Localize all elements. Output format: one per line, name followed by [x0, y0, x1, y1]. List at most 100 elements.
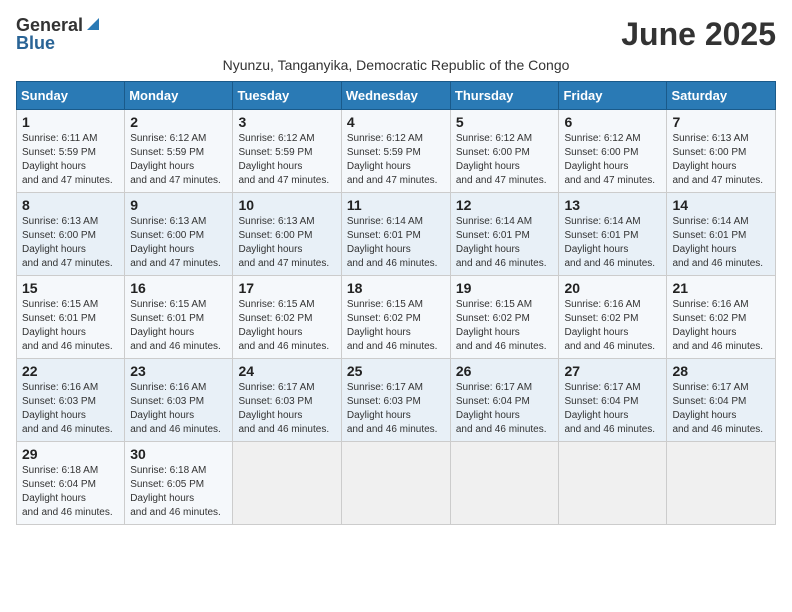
day-info: Sunrise: 6:15 AM Sunset: 6:01 PM Dayligh… [22, 298, 119, 354]
daylight-duration: and and 46 minutes. [22, 507, 113, 518]
day-number: 19 [456, 280, 554, 296]
day-number: 26 [456, 363, 554, 379]
daylight-duration: and and 46 minutes. [456, 258, 547, 269]
calendar-cell: 23 Sunrise: 6:16 AM Sunset: 6:03 PM Dayl… [125, 359, 233, 442]
day-info: Sunrise: 6:12 AM Sunset: 5:59 PM Dayligh… [130, 132, 227, 188]
daylight-label: Daylight hours [22, 410, 86, 421]
logo-triangle-icon [85, 16, 101, 32]
daylight-label: Daylight hours [456, 327, 520, 338]
calendar-cell: 21 Sunrise: 6:16 AM Sunset: 6:02 PM Dayl… [667, 276, 776, 359]
sunset-label: Sunset: 6:00 PM [130, 230, 204, 241]
calendar-header: Sunday Monday Tuesday Wednesday Thursday… [17, 82, 776, 110]
sunrise-label: Sunrise: 6:13 AM [672, 133, 748, 144]
day-info: Sunrise: 6:13 AM Sunset: 6:00 PM Dayligh… [130, 215, 227, 271]
sunrise-label: Sunrise: 6:13 AM [22, 216, 98, 227]
daylight-label: Daylight hours [672, 410, 736, 421]
calendar-cell: 28 Sunrise: 6:17 AM Sunset: 6:04 PM Dayl… [667, 359, 776, 442]
header-row: Sunday Monday Tuesday Wednesday Thursday… [17, 82, 776, 110]
daylight-label: Daylight hours [672, 161, 736, 172]
sunrise-label: Sunrise: 6:12 AM [130, 133, 206, 144]
daylight-duration: and and 46 minutes. [238, 341, 329, 352]
sunrise-label: Sunrise: 6:18 AM [22, 465, 98, 476]
daylight-duration: and and 47 minutes. [22, 258, 113, 269]
day-info: Sunrise: 6:16 AM Sunset: 6:03 PM Dayligh… [130, 381, 227, 437]
calendar-cell: 4 Sunrise: 6:12 AM Sunset: 5:59 PM Dayli… [341, 110, 450, 193]
calendar-cell: 9 Sunrise: 6:13 AM Sunset: 6:00 PM Dayli… [125, 193, 233, 276]
header: General Blue June 2025 [16, 16, 776, 53]
day-info: Sunrise: 6:18 AM Sunset: 6:04 PM Dayligh… [22, 464, 119, 520]
daylight-label: Daylight hours [347, 161, 411, 172]
sunset-label: Sunset: 6:01 PM [22, 313, 96, 324]
sunrise-label: Sunrise: 6:18 AM [130, 465, 206, 476]
day-info: Sunrise: 6:13 AM Sunset: 6:00 PM Dayligh… [238, 215, 335, 271]
calendar-cell: 12 Sunrise: 6:14 AM Sunset: 6:01 PM Dayl… [450, 193, 559, 276]
daylight-label: Daylight hours [238, 327, 302, 338]
sunrise-label: Sunrise: 6:17 AM [672, 382, 748, 393]
daylight-label: Daylight hours [564, 327, 628, 338]
daylight-duration: and and 46 minutes. [564, 424, 655, 435]
day-info: Sunrise: 6:15 AM Sunset: 6:02 PM Dayligh… [347, 298, 445, 354]
daylight-label: Daylight hours [672, 327, 736, 338]
daylight-duration: and and 46 minutes. [347, 341, 438, 352]
sunrise-label: Sunrise: 6:15 AM [456, 299, 532, 310]
day-number: 8 [22, 197, 119, 213]
page-container: General Blue June 2025 Nyunzu, Tanganyik… [16, 16, 776, 525]
sunset-label: Sunset: 6:04 PM [564, 396, 638, 407]
subtitle: Nyunzu, Tanganyika, Democratic Republic … [16, 57, 776, 73]
daylight-duration: and and 47 minutes. [564, 175, 655, 186]
sunrise-label: Sunrise: 6:15 AM [22, 299, 98, 310]
day-info: Sunrise: 6:13 AM Sunset: 6:00 PM Dayligh… [22, 215, 119, 271]
daylight-label: Daylight hours [22, 327, 86, 338]
calendar-cell: 17 Sunrise: 6:15 AM Sunset: 6:02 PM Dayl… [233, 276, 341, 359]
sunrise-label: Sunrise: 6:14 AM [564, 216, 640, 227]
day-number: 22 [22, 363, 119, 379]
daylight-label: Daylight hours [22, 244, 86, 255]
sunrise-label: Sunrise: 6:16 AM [672, 299, 748, 310]
week-row-3: 15 Sunrise: 6:15 AM Sunset: 6:01 PM Dayl… [17, 276, 776, 359]
day-number: 24 [238, 363, 335, 379]
week-row-5: 29 Sunrise: 6:18 AM Sunset: 6:04 PM Dayl… [17, 442, 776, 525]
day-info: Sunrise: 6:12 AM Sunset: 6:00 PM Dayligh… [456, 132, 554, 188]
col-saturday: Saturday [667, 82, 776, 110]
daylight-label: Daylight hours [22, 493, 86, 504]
calendar-table: Sunday Monday Tuesday Wednesday Thursday… [16, 81, 776, 525]
day-number: 30 [130, 446, 227, 462]
daylight-duration: and and 47 minutes. [238, 175, 329, 186]
day-info: Sunrise: 6:15 AM Sunset: 6:01 PM Dayligh… [130, 298, 227, 354]
day-info: Sunrise: 6:11 AM Sunset: 5:59 PM Dayligh… [22, 132, 119, 188]
day-number: 7 [672, 114, 770, 130]
calendar-cell: 18 Sunrise: 6:15 AM Sunset: 6:02 PM Dayl… [341, 276, 450, 359]
daylight-label: Daylight hours [347, 410, 411, 421]
sunset-label: Sunset: 6:02 PM [456, 313, 530, 324]
day-number: 23 [130, 363, 227, 379]
week-row-1: 1 Sunrise: 6:11 AM Sunset: 5:59 PM Dayli… [17, 110, 776, 193]
calendar-cell [667, 442, 776, 525]
calendar-cell [233, 442, 341, 525]
sunrise-label: Sunrise: 6:12 AM [238, 133, 314, 144]
sunrise-label: Sunrise: 6:14 AM [672, 216, 748, 227]
day-info: Sunrise: 6:15 AM Sunset: 6:02 PM Dayligh… [456, 298, 554, 354]
day-number: 4 [347, 114, 445, 130]
calendar-cell: 19 Sunrise: 6:15 AM Sunset: 6:02 PM Dayl… [450, 276, 559, 359]
calendar-cell: 16 Sunrise: 6:15 AM Sunset: 6:01 PM Dayl… [125, 276, 233, 359]
sunrise-label: Sunrise: 6:13 AM [238, 216, 314, 227]
sunset-label: Sunset: 6:01 PM [130, 313, 204, 324]
sunrise-label: Sunrise: 6:15 AM [238, 299, 314, 310]
calendar-cell: 3 Sunrise: 6:12 AM Sunset: 5:59 PM Dayli… [233, 110, 341, 193]
day-info: Sunrise: 6:12 AM Sunset: 5:59 PM Dayligh… [347, 132, 445, 188]
day-info: Sunrise: 6:13 AM Sunset: 6:00 PM Dayligh… [672, 132, 770, 188]
sunset-label: Sunset: 6:00 PM [672, 147, 746, 158]
col-tuesday: Tuesday [233, 82, 341, 110]
sunset-label: Sunset: 5:59 PM [347, 147, 421, 158]
calendar-cell: 13 Sunrise: 6:14 AM Sunset: 6:01 PM Dayl… [559, 193, 667, 276]
sunrise-label: Sunrise: 6:16 AM [22, 382, 98, 393]
sunrise-label: Sunrise: 6:17 AM [238, 382, 314, 393]
col-monday: Monday [125, 82, 233, 110]
sunrise-label: Sunrise: 6:16 AM [130, 382, 206, 393]
daylight-duration: and and 47 minutes. [456, 175, 547, 186]
daylight-duration: and and 46 minutes. [238, 424, 329, 435]
sunrise-label: Sunrise: 6:15 AM [347, 299, 423, 310]
sunset-label: Sunset: 6:05 PM [130, 479, 204, 490]
daylight-duration: and and 47 minutes. [347, 175, 438, 186]
sunset-label: Sunset: 6:00 PM [456, 147, 530, 158]
